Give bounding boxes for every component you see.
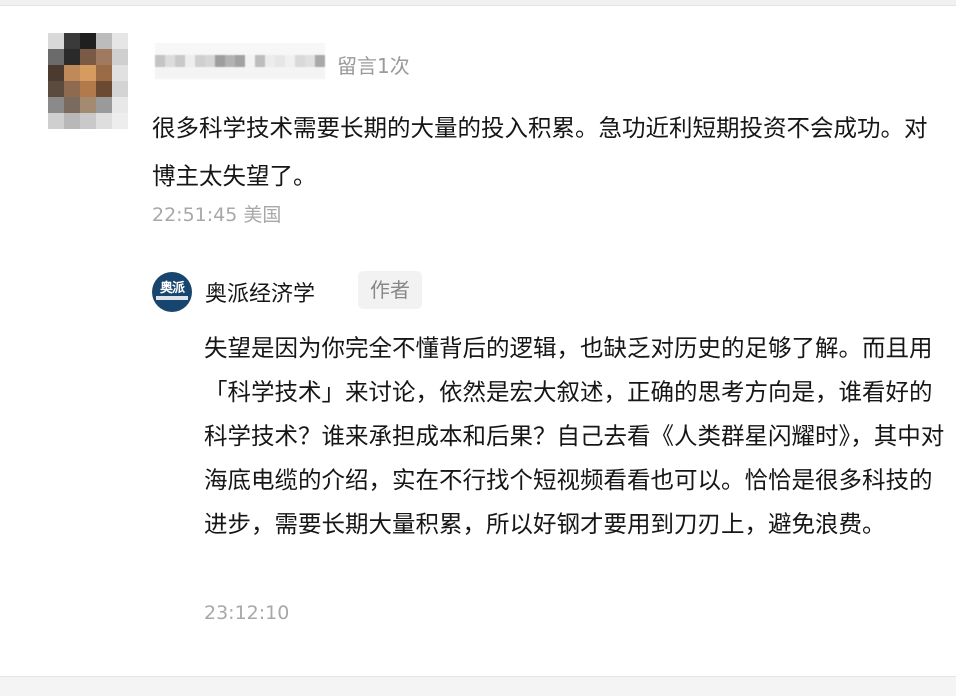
name-blur-pixel: [245, 43, 255, 55]
name-blur-pixel: [235, 55, 245, 67]
avatar-pixel: [64, 97, 80, 113]
avatar-pixel: [96, 65, 112, 81]
name-blur-pixel: [315, 43, 325, 55]
name-blur-pixel: [215, 43, 225, 55]
avatar-pixel: [112, 49, 128, 65]
logo-band: [156, 296, 188, 300]
name-blur-pixel: [255, 55, 265, 67]
name-blur-pixel: [265, 67, 275, 79]
name-blur-pixel: [295, 43, 305, 55]
name-blur-pixel: [295, 67, 305, 79]
comment-text: 很多科学技术需要长期的大量的投入积累。急功近利短期投资不会成功。对博主太失望了。: [152, 114, 928, 190]
name-blur-pixel: [195, 55, 205, 67]
name-blur-pixel: [255, 67, 265, 79]
name-blur-pixel: [275, 43, 285, 55]
author-name[interactable]: 奥派经济学: [205, 276, 315, 308]
avatar-pixel: [64, 81, 80, 97]
avatar-pixel: [112, 33, 128, 49]
author-badge: 作者: [358, 271, 422, 309]
name-blur-pixel: [245, 67, 255, 79]
name-blur-pixel: [205, 43, 215, 55]
top-divider: [0, 0, 956, 6]
name-blur-pixel: [215, 67, 225, 79]
comment-count-label: 留言1次: [337, 54, 410, 78]
avatar-pixel: [112, 113, 128, 129]
avatar-pixel: [64, 65, 80, 81]
name-blur-pixel: [175, 67, 185, 79]
avatar-pixel: [80, 65, 96, 81]
avatar-pixel: [64, 113, 80, 129]
avatar-pixel: [48, 65, 64, 81]
name-blur-pixel: [275, 67, 285, 79]
name-blur-pixel: [315, 67, 325, 79]
name-blur-pixel: [315, 55, 325, 67]
name-blur-pixel: [245, 55, 255, 67]
avatar-pixel: [80, 97, 96, 113]
avatar-pixel: [48, 33, 64, 49]
name-blur-pixel: [305, 43, 315, 55]
avatar-pixel: [64, 33, 80, 49]
name-blur-pixel: [155, 43, 165, 55]
name-blur-pixel: [285, 43, 295, 55]
name-blur-pixel: [225, 67, 235, 79]
commenter-avatar[interactable]: [48, 33, 128, 129]
name-blur-pixel: [265, 55, 275, 67]
name-blur-pixel: [255, 43, 265, 55]
bottom-divider: [0, 676, 956, 696]
name-blur-pixel: [185, 43, 195, 55]
name-blur-pixel: [195, 67, 205, 79]
name-blur-pixel: [225, 43, 235, 55]
reply-time: 23:12:10: [204, 602, 290, 624]
name-blur-pixel: [175, 55, 185, 67]
name-blur-pixel: [285, 67, 295, 79]
name-blur-pixel: [205, 67, 215, 79]
name-blur-pixel: [295, 55, 305, 67]
name-blur-pixel: [235, 43, 245, 55]
avatar-pixel: [48, 81, 64, 97]
comment-time: 22:51:45: [152, 204, 238, 226]
avatar-pixel: [80, 113, 96, 129]
avatar-pixel: [96, 113, 112, 129]
avatar-pixel: [48, 113, 64, 129]
name-blur-pixel: [305, 55, 315, 67]
name-blur-pixel: [205, 55, 215, 67]
reply-text: 失望是因为你完全不懂背后的逻辑，也缺乏对历史的足够了解。而且用「科学技术」来讨论…: [204, 334, 945, 538]
avatar-pixel: [80, 81, 96, 97]
name-blur-pixel: [215, 55, 225, 67]
avatar-pixel: [48, 49, 64, 65]
name-blur-pixel: [185, 55, 195, 67]
author-logo-icon[interactable]: 奥派: [152, 272, 192, 312]
name-blur-pixel: [265, 43, 275, 55]
name-blur-pixel: [165, 67, 175, 79]
name-blur-pixel: [305, 67, 315, 79]
name-blur-pixel: [165, 55, 175, 67]
avatar-pixel: [96, 97, 112, 113]
avatar-pixel: [96, 81, 112, 97]
avatar-pixel: [96, 49, 112, 65]
avatar-pixel: [64, 49, 80, 65]
name-blur-pixel: [185, 67, 195, 79]
commenter-name-blurred[interactable]: [155, 43, 325, 79]
name-blur-pixel: [155, 55, 165, 67]
avatar-pixel: [112, 65, 128, 81]
name-blur-pixel: [225, 55, 235, 67]
avatar-pixel: [112, 97, 128, 113]
name-blur-pixel: [275, 55, 285, 67]
comment-location: 美国: [243, 204, 282, 226]
avatar-pixel: [80, 49, 96, 65]
logo-text: 奥派: [159, 281, 185, 296]
comment-meta: 22:51:45 美国: [152, 200, 281, 227]
avatar-pixel: [112, 81, 128, 97]
name-blur-pixel: [175, 43, 185, 55]
name-blur-pixel: [195, 43, 205, 55]
name-blur-pixel: [285, 55, 295, 67]
name-blur-pixel: [165, 43, 175, 55]
avatar-pixel: [80, 33, 96, 49]
avatar-pixel: [48, 97, 64, 113]
name-blur-pixel: [155, 67, 165, 79]
avatar-pixel: [96, 33, 112, 49]
name-blur-pixel: [235, 67, 245, 79]
